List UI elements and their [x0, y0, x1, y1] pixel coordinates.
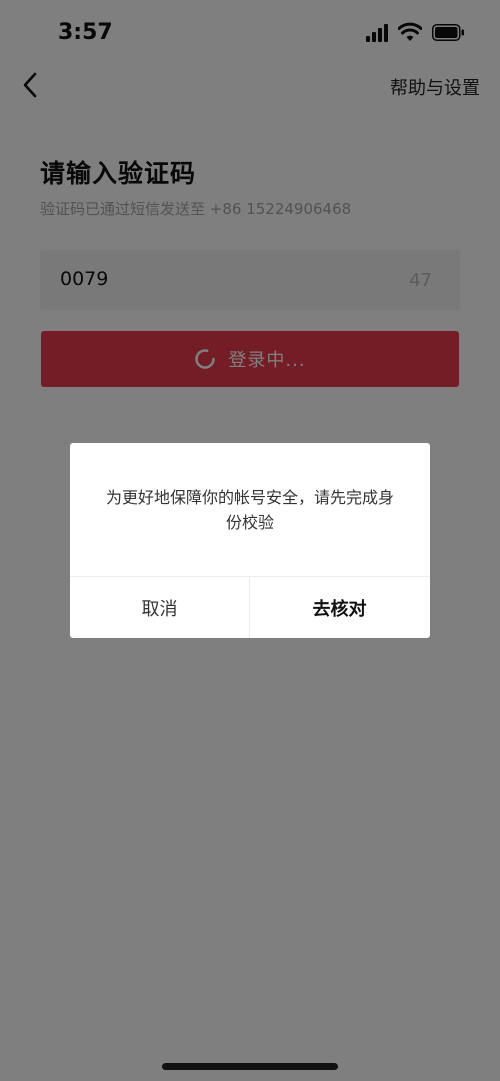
home-indicator[interactable]	[162, 1063, 338, 1070]
cancel-button[interactable]: 取消	[70, 577, 249, 638]
dialog-message: 为更好地保障你的帐号安全，请先完成身份校验	[105, 488, 394, 532]
verify-button[interactable]: 去核对	[250, 577, 429, 638]
security-verification-dialog: 为更好地保障你的帐号安全，请先完成身份校验 取消 去核对	[70, 443, 430, 638]
